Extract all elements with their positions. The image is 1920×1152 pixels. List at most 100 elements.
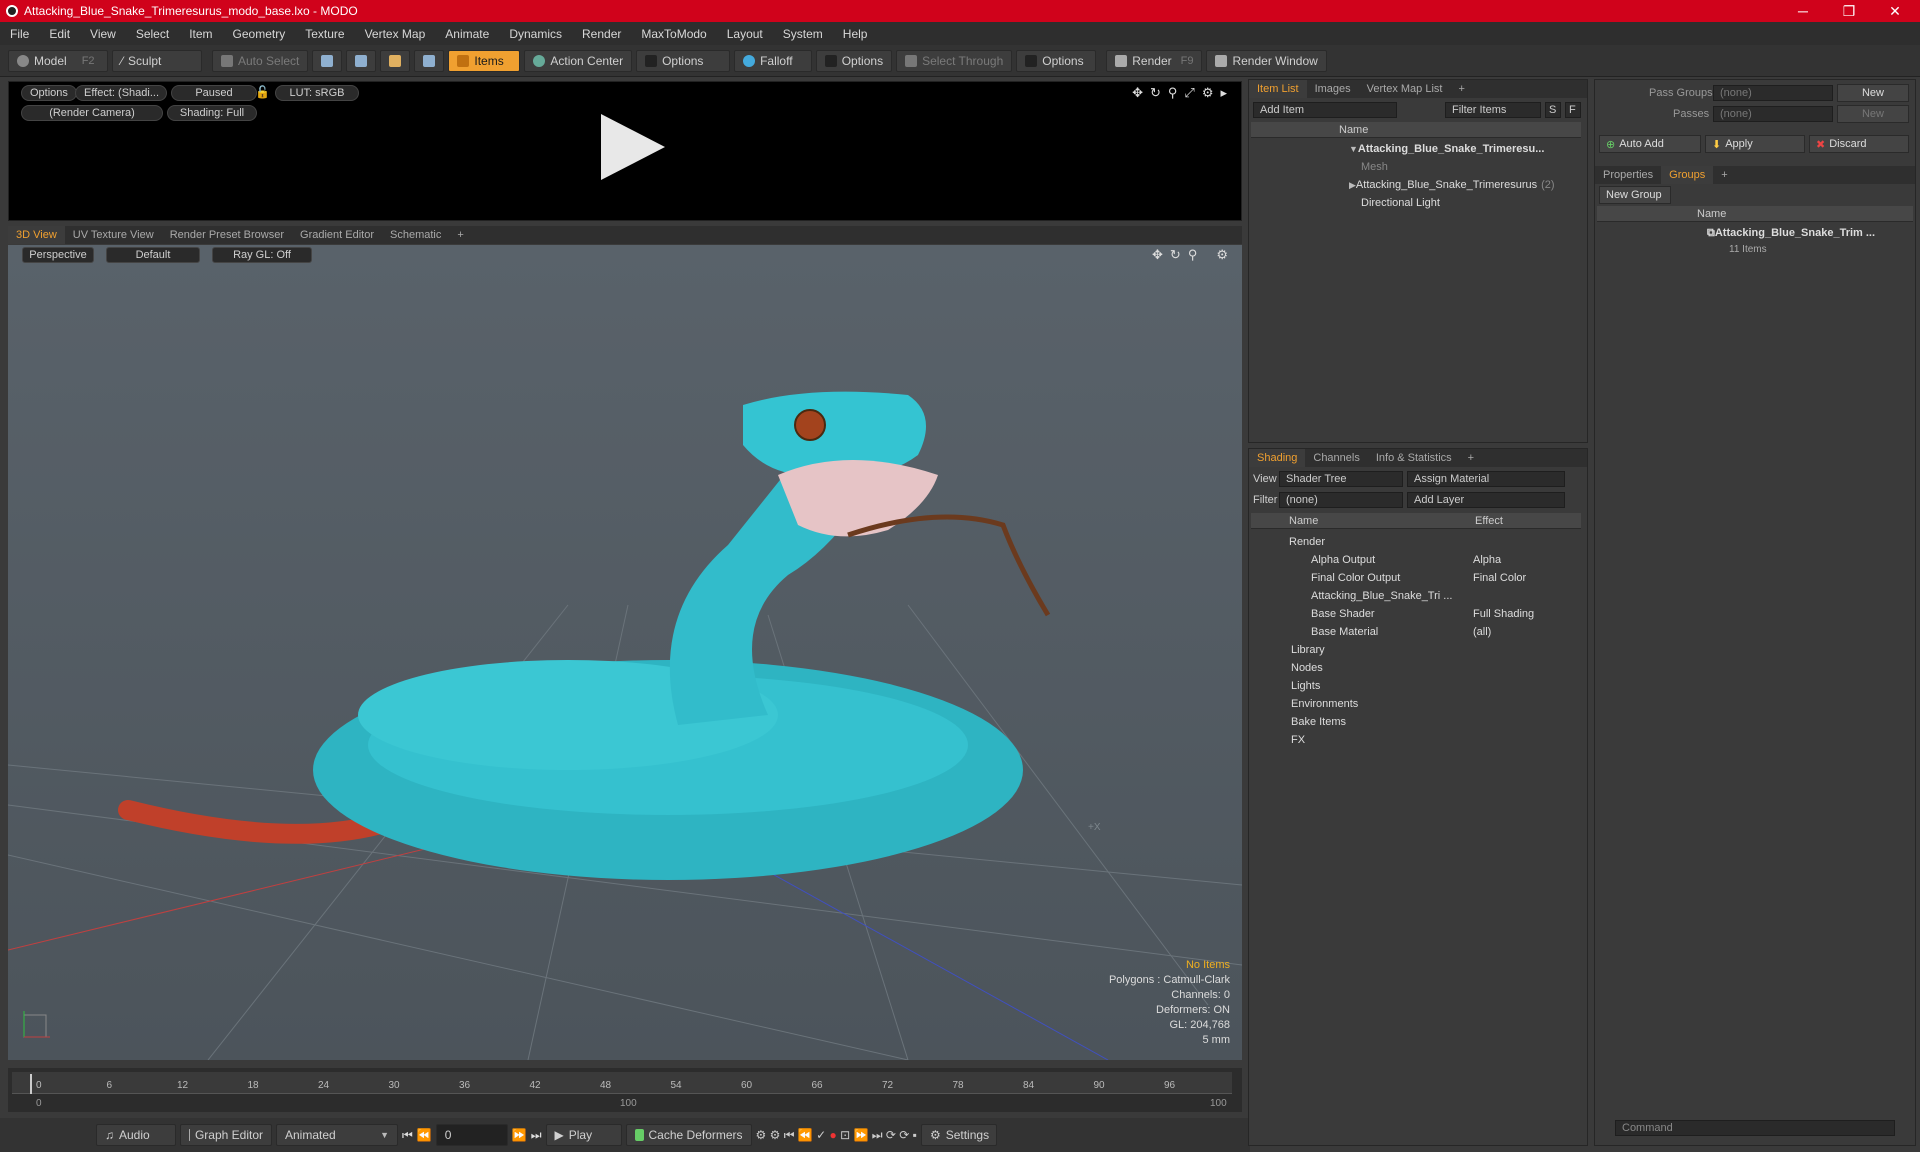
key-tools-icons[interactable]: ⚙ ⚙ ⏮ ⏪ ✓ ● ⊡ ⏩ ⏭ ⟳ ⟳ ▪ xyxy=(756,1128,917,1143)
3d-viewport[interactable]: Perspective Default Ray GL: Off ✥ ↻ ⚲ ⚙ +X xyxy=(8,245,1242,1060)
light-item-row[interactable]: Directional Light xyxy=(1361,194,1440,212)
menu-animate[interactable]: Animate xyxy=(435,27,499,41)
group-item-row[interactable]: ▶ Attacking_Blue_Snake_Trimeresurus (2) xyxy=(1349,176,1555,194)
shader-tree-row[interactable]: Alpha Output Alpha xyxy=(1311,551,1541,569)
falloff-button[interactable]: Falloff xyxy=(734,49,813,72)
shader-tree-row[interactable]: Bake Items xyxy=(1291,713,1541,731)
auto-add-button[interactable]: ⊕ Auto Add xyxy=(1599,135,1701,153)
render-window-button[interactable]: Render Window xyxy=(1206,49,1327,72)
shader-item-effect[interactable]: Final Color xyxy=(1473,572,1526,584)
preview-camera[interactable]: (Render Camera) xyxy=(21,105,163,121)
maximize-icon[interactable]: ⤢ xyxy=(1184,85,1194,101)
menu-edit[interactable]: Edit xyxy=(39,27,80,41)
graph-editor-button[interactable]: Graph Editor xyxy=(180,1124,272,1146)
action-center-options[interactable]: Options xyxy=(636,49,731,72)
tab-info-statistics[interactable]: Info & Statistics xyxy=(1368,449,1460,467)
sculpt-mode-button[interactable]: ⁄ Sculpt xyxy=(112,49,202,72)
filter-s-button[interactable]: S xyxy=(1545,102,1561,118)
tab-images[interactable]: Images xyxy=(1307,80,1359,98)
filter-f-button[interactable]: F xyxy=(1565,102,1581,118)
move-icon[interactable]: ✥ xyxy=(1132,85,1143,101)
menu-maxtomodo[interactable]: MaxToModo xyxy=(631,27,716,41)
menu-render[interactable]: Render xyxy=(572,27,631,41)
select-through-options[interactable]: Options xyxy=(1016,49,1097,72)
preview-lut[interactable]: LUT: sRGB xyxy=(275,85,359,101)
view-dropdown[interactable]: Shader Tree xyxy=(1279,471,1403,487)
tab-channels[interactable]: Channels xyxy=(1305,449,1367,467)
command-input[interactable]: Command xyxy=(1615,1120,1895,1136)
tab-uv-texture-view[interactable]: UV Texture View xyxy=(65,226,162,244)
tab-properties[interactable]: Properties xyxy=(1595,166,1661,184)
rotate-icon[interactable]: ↻ xyxy=(1150,85,1161,101)
playhead[interactable] xyxy=(30,1074,32,1094)
menu-file[interactable]: File xyxy=(0,27,39,41)
play-button[interactable]: ▶ Play xyxy=(545,1124,622,1146)
shader-tree-row[interactable]: Final Color Output Final Color xyxy=(1311,569,1541,587)
play-icon[interactable] xyxy=(601,114,665,180)
shader-tree-row[interactable]: Render xyxy=(1289,533,1541,551)
frame-input[interactable]: 0 xyxy=(435,1124,508,1146)
new-group-button[interactable]: New Group xyxy=(1599,186,1671,204)
timeline-range-bar[interactable]: 0 100 100 xyxy=(12,1098,1232,1109)
settings-button[interactable]: ⚙ Settings xyxy=(920,1124,997,1146)
apply-button[interactable]: ⬇ Apply xyxy=(1705,135,1805,153)
minimize-button[interactable]: ─ xyxy=(1780,0,1826,22)
add-tab-icon[interactable]: + xyxy=(1713,166,1735,184)
model-mode-button[interactable]: Model F2 xyxy=(8,49,108,72)
menu-item[interactable]: Item xyxy=(179,27,222,41)
preview-paused[interactable]: Paused xyxy=(171,85,257,101)
gear-icon[interactable]: ⚙ xyxy=(1202,85,1214,101)
menu-geometry[interactable]: Geometry xyxy=(223,27,296,41)
select-polygons-button[interactable] xyxy=(380,49,411,72)
audio-button[interactable]: ♫ Audio xyxy=(96,1124,176,1146)
tab-schematic[interactable]: Schematic xyxy=(382,226,449,244)
assign-material-button[interactable]: Assign Material xyxy=(1407,471,1565,487)
menu-system[interactable]: System xyxy=(773,27,833,41)
cache-deformers-button[interactable]: Cache Deformers xyxy=(625,1124,752,1146)
shader-tree-row[interactable]: Base Shader Full Shading xyxy=(1311,605,1541,623)
next-frame-icon[interactable]: ⏩ xyxy=(512,1128,527,1142)
add-layer-dropdown[interactable]: Add Layer xyxy=(1407,492,1565,508)
menu-select[interactable]: Select xyxy=(126,27,179,41)
pass-groups-dropdown[interactable]: (none) xyxy=(1713,85,1833,101)
tab-vertex-map-list[interactable]: Vertex Map List xyxy=(1359,80,1451,98)
shader-item-effect[interactable]: Full Shading xyxy=(1473,608,1534,620)
menu-vertex-map[interactable]: Vertex Map xyxy=(355,27,436,41)
menu-texture[interactable]: Texture xyxy=(295,27,354,41)
animated-dropdown[interactable]: Animated ▼ xyxy=(276,1124,398,1146)
discard-button[interactable]: ✖ Discard xyxy=(1809,135,1909,153)
shader-tree-row[interactable]: Base Material (all) xyxy=(1311,623,1541,641)
preview-shading[interactable]: Shading: Full xyxy=(167,105,257,121)
mesh-item-row[interactable]: Mesh xyxy=(1361,158,1388,176)
filter-items-input[interactable]: Filter Items xyxy=(1445,102,1541,118)
select-edges-button[interactable] xyxy=(346,49,377,72)
select-through-button[interactable]: Select Through xyxy=(896,49,1013,72)
new-pass-group-button[interactable]: New xyxy=(1837,84,1909,102)
filter-dropdown[interactable]: (none) xyxy=(1279,492,1403,508)
tab-render-preset-browser[interactable]: Render Preset Browser xyxy=(162,226,292,244)
restore-button[interactable]: ❐ xyxy=(1826,0,1872,22)
tab-item-list[interactable]: Item List xyxy=(1249,80,1307,98)
shader-item-effect[interactable]: (all) xyxy=(1473,626,1491,638)
scene-item-row[interactable]: ▼ Attacking_Blue_Snake_Trimeresu... xyxy=(1349,140,1544,158)
tab-gradient-editor[interactable]: Gradient Editor xyxy=(292,226,382,244)
shader-item-effect[interactable]: Alpha xyxy=(1473,554,1501,566)
select-materials-button[interactable] xyxy=(414,49,445,72)
shader-tree-row[interactable]: Environments xyxy=(1291,695,1541,713)
select-vertices-button[interactable] xyxy=(312,49,343,72)
shader-tree-row[interactable]: Attacking_Blue_Snake_Tri ... xyxy=(1311,587,1541,605)
menu-layout[interactable]: Layout xyxy=(717,27,773,41)
shader-tree-row[interactable]: Lights xyxy=(1291,677,1541,695)
tab-groups[interactable]: Groups xyxy=(1661,166,1714,184)
lock-icon[interactable]: 🔓 xyxy=(255,85,270,99)
go-to-start-icon[interactable]: ⏮ xyxy=(402,1128,413,1143)
snake-model[interactable] xyxy=(118,391,1051,880)
falloff-options[interactable]: Options xyxy=(816,49,893,72)
new-pass-button[interactable]: New xyxy=(1837,105,1909,123)
add-item-dropdown[interactable]: Add Item xyxy=(1253,102,1397,118)
shader-tree-row[interactable]: FX xyxy=(1291,731,1541,749)
shader-tree-row[interactable]: Nodes xyxy=(1291,659,1541,677)
render-button[interactable]: Render F9 xyxy=(1106,49,1203,72)
preview-effect[interactable]: Effect: (Shadi... xyxy=(75,85,167,101)
add-tab-icon[interactable]: + xyxy=(1460,449,1482,467)
